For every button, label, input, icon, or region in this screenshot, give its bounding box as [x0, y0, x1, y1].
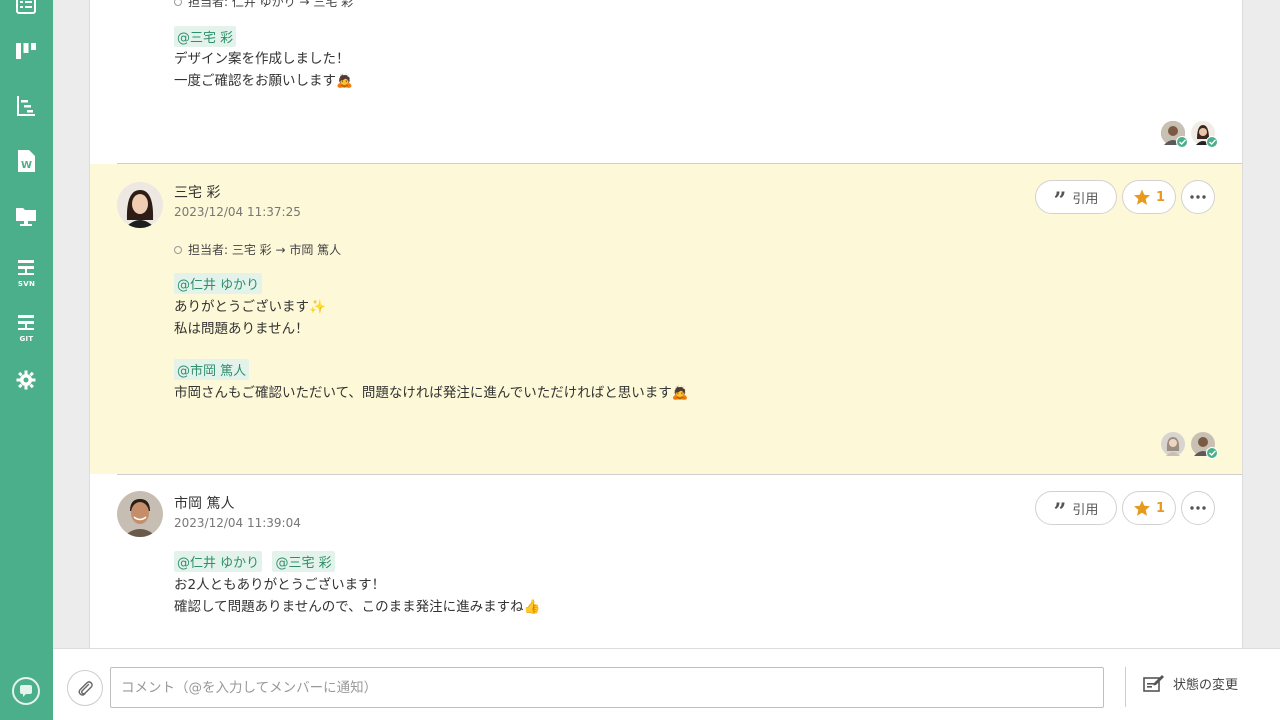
author-name[interactable]: 市岡 篤人	[174, 493, 234, 513]
quote-label: 引用	[1072, 502, 1099, 518]
mention-row: @仁井 ゆかり @三宅 彩	[174, 551, 341, 572]
avatar	[117, 182, 163, 228]
git-label: GIT	[19, 335, 34, 343]
author-name[interactable]: 三宅 彩	[174, 182, 220, 202]
avatar	[1191, 121, 1218, 148]
quote-icon: ”	[1053, 188, 1067, 214]
comment-input[interactable]	[110, 667, 1104, 708]
chat-icon[interactable]	[12, 677, 40, 705]
star-button[interactable]: 1	[1122, 491, 1176, 525]
quote-button[interactable]: ” 引用	[1035, 180, 1117, 214]
comment-text-line: 一度ご確認をお願いします🙇	[174, 73, 353, 89]
more-icon	[1190, 506, 1206, 510]
list-icon[interactable]	[13, 0, 39, 18]
mention-row: @三宅 彩	[174, 26, 242, 47]
mention-row: @市岡 篤人	[174, 359, 255, 380]
avatar	[117, 491, 163, 537]
change-dot-icon	[174, 245, 182, 254]
comment-text-line: デザイン案を作成しました！	[174, 51, 350, 67]
comment-text-line: 私は問題ありません！	[174, 321, 309, 337]
comment-item: 担当者: 仁井 ゆかり → 三宅 彩 @三宅 彩 デザイン案を作成しました！ 一…	[90, 0, 1242, 163]
avatar	[1161, 121, 1188, 148]
mention-tag[interactable]: @三宅 彩	[174, 26, 237, 47]
files-icon[interactable]	[13, 203, 39, 229]
board-icon[interactable]	[13, 38, 39, 64]
svn-icon[interactable]	[13, 255, 39, 281]
assignee-change: 担当者: 仁井 ゆかり → 三宅 彩	[174, 0, 353, 10]
git-icon[interactable]	[13, 310, 39, 336]
read-check-icon	[1206, 447, 1218, 459]
quote-label: 引用	[1072, 191, 1099, 207]
svg-text:W: W	[21, 160, 32, 171]
comment-text-line: お2人ともありがとうございます！	[174, 577, 386, 593]
sidebar: W SVN GIT	[0, 0, 53, 720]
read-receipts	[1161, 121, 1218, 148]
more-options-button[interactable]	[1181, 491, 1215, 525]
read-check-icon	[1206, 136, 1218, 148]
wiki-icon[interactable]: W	[13, 148, 39, 174]
mention-tag[interactable]: @仁井 ゆかり	[174, 551, 263, 572]
gantt-icon[interactable]	[13, 93, 39, 119]
comment-actions: ” 引用 1	[1035, 180, 1215, 214]
attach-button[interactable]	[67, 670, 103, 706]
timestamp: 2023/12/04 11:39:04	[174, 516, 301, 530]
mention-tag[interactable]: @三宅 彩	[272, 551, 335, 572]
quote-icon: ”	[1053, 499, 1067, 525]
star-count: 1	[1155, 189, 1166, 205]
timestamp: 2023/12/04 11:37:25	[174, 205, 301, 219]
comment-text-line: 確認して問題ありませんので、このまま発注に進みますね👍	[174, 599, 541, 615]
change-dot-icon	[174, 0, 182, 6]
star-count: 1	[1155, 500, 1166, 516]
comment-item-highlighted: 三宅 彩 2023/12/04 11:37:25 ” 引用 1 担当者: 三宅 …	[90, 164, 1242, 474]
edit-status-icon	[1143, 675, 1164, 692]
assignee-change-text: 担当者: 三宅 彩 → 市岡 篤人	[188, 243, 342, 257]
mention-tag[interactable]: @仁井 ゆかり	[174, 273, 263, 294]
more-options-button[interactable]	[1181, 180, 1215, 214]
mention-tag[interactable]: @市岡 篤人	[174, 359, 250, 380]
more-icon	[1190, 195, 1206, 199]
comment-composer: 状態の変更	[53, 648, 1280, 720]
star-icon	[1133, 500, 1150, 516]
read-check-icon	[1176, 136, 1188, 148]
avatar	[1191, 432, 1218, 459]
quote-button[interactable]: ” 引用	[1035, 491, 1117, 525]
divider	[1125, 667, 1126, 707]
status-change-label: 状態の変更	[1173, 677, 1239, 693]
comment-text-line: 市岡さんもご確認いただいて、問題なければ発注に進んでいただければと思います🙇	[174, 385, 689, 401]
avatar	[1161, 432, 1185, 456]
paperclip-icon	[78, 681, 93, 696]
gear-icon[interactable]	[13, 367, 39, 393]
mention-row: @仁井 ゆかり	[174, 273, 268, 294]
svn-label: SVN	[17, 280, 36, 288]
comment-actions: ” 引用 1	[1035, 491, 1215, 525]
status-change-button[interactable]: 状態の変更	[1143, 673, 1238, 693]
comment-item: 市岡 篤人 2023/12/04 11:39:04 ” 引用 1 @仁井 ゆかり…	[90, 475, 1242, 648]
comment-text-line: ありがとうございます✨	[174, 299, 326, 315]
main-area: 担当者: 仁井 ゆかり → 三宅 彩 @三宅 彩 デザイン案を作成しました！ 一…	[53, 0, 1280, 648]
read-receipts	[1161, 432, 1218, 459]
assignee-change-text: 担当者: 仁井 ゆかり → 三宅 彩	[188, 0, 354, 9]
star-button[interactable]: 1	[1122, 180, 1176, 214]
assignee-change: 担当者: 三宅 彩 → 市岡 篤人	[174, 241, 341, 258]
star-icon	[1133, 189, 1150, 205]
comment-panel: 担当者: 仁井 ゆかり → 三宅 彩 @三宅 彩 デザイン案を作成しました！ 一…	[89, 0, 1243, 648]
